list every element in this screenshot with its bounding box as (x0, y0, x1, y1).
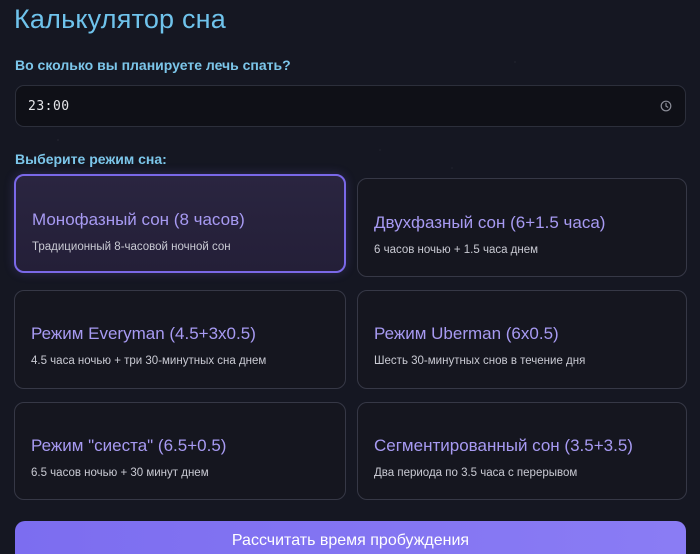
mode-card-description: 4.5 часа ночью + три 30-минутных сна дне… (31, 355, 267, 367)
page-title: Калькулятор сна (14, 4, 226, 34)
mode-card-description: Шесть 30-минутных снов в течение дня (374, 355, 586, 367)
bedtime-label: Во сколько вы планируете лечь спать? (15, 57, 291, 73)
mode-card-title: Режим Uberman (6x0.5) (374, 324, 559, 343)
mode-card-description: Традиционный 8-часовой ночной сон (32, 241, 231, 253)
mode-card-segmented[interactable]: Сегментированный сон (3.5+3.5) Два перио… (357, 402, 687, 500)
sleep-mode-label: Выберите режим сна: (15, 151, 167, 167)
mode-card-description: Два периода по 3.5 часа с перерывом (374, 467, 578, 479)
mode-card-title: Сегментированный сон (3.5+3.5) (374, 436, 633, 455)
sleep-calculator-page: Калькулятор сна Во сколько вы планируете… (0, 0, 700, 554)
mode-card-title: Режим Everyman (4.5+3x0.5) (31, 324, 256, 343)
bedtime-time-value[interactable]: 23:00 (28, 99, 659, 114)
mode-card-uberman[interactable]: Режим Uberman (6x0.5) Шесть 30-минутных … (357, 290, 687, 389)
clock-icon[interactable] (659, 99, 673, 113)
mode-card-description: 6 часов ночью + 1.5 часа днем (374, 244, 539, 256)
mode-card-title: Режим "сиеста" (6.5+0.5) (31, 436, 227, 455)
mode-card-monophasic[interactable]: Монофазный сон (8 часов) Традиционный 8-… (14, 174, 346, 273)
mode-card-title: Двухфазный сон (6+1.5 часа) (374, 213, 606, 232)
mode-card-biphasic[interactable]: Двухфазный сон (6+1.5 часа) 6 часов ночь… (357, 178, 687, 277)
mode-card-title: Монофазный сон (8 часов) (32, 210, 245, 229)
mode-card-siesta[interactable]: Режим "сиеста" (6.5+0.5) 6.5 часов ночью… (14, 402, 346, 500)
mode-card-description: 6.5 часов ночью + 30 минут днем (31, 467, 209, 479)
bedtime-time-input[interactable]: 23:00 (15, 85, 686, 127)
calculate-wake-time-button[interactable]: Рассчитать время пробуждения (15, 521, 686, 554)
mode-card-everyman[interactable]: Режим Everyman (4.5+3x0.5) 4.5 часа ночь… (14, 290, 346, 389)
